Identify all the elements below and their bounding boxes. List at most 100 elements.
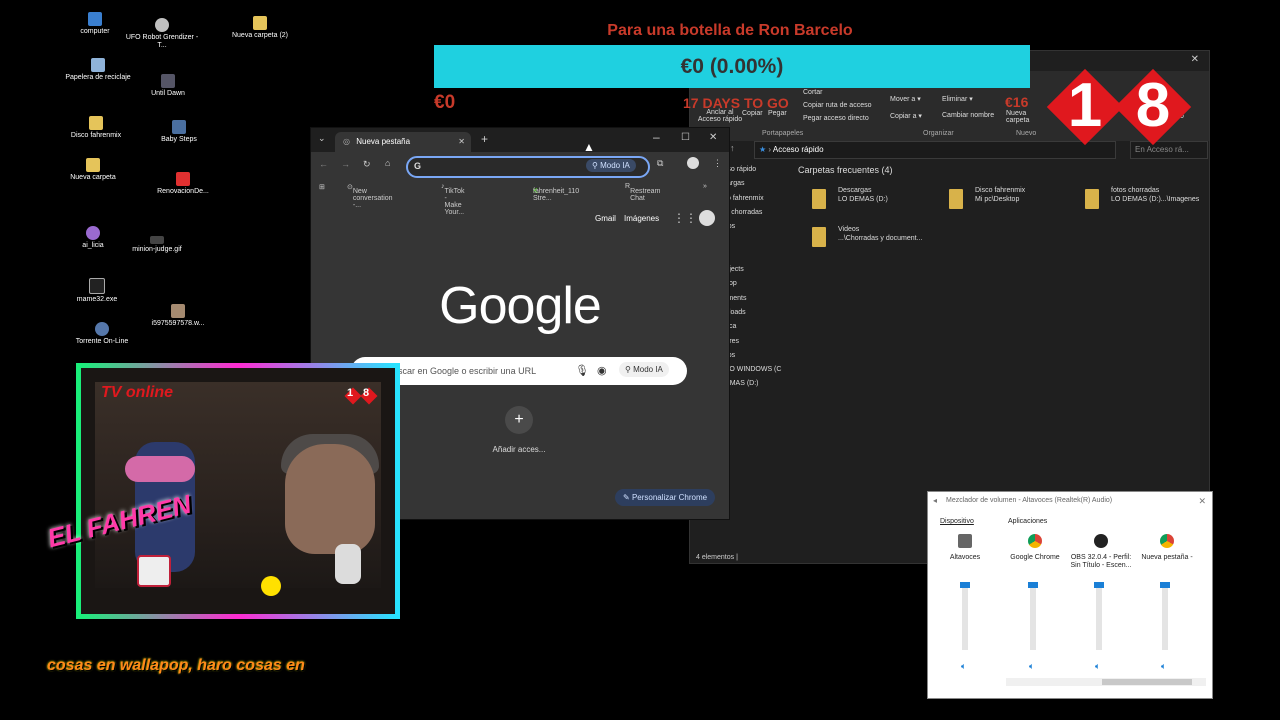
pegar-button[interactable]: Pegar (768, 110, 787, 117)
channel-label: Google Chrome (1010, 554, 1060, 561)
volume-slider-thumb[interactable] (960, 582, 970, 588)
add-shortcut-label: Añadir acces... (492, 445, 546, 454)
omnibox-input[interactable] (426, 159, 580, 175)
microphone-icon[interactable]: 🎙︎ (575, 364, 589, 377)
chrome-icon (1028, 534, 1042, 548)
ticker-text: cosas en wallapop, haro cosas en (47, 657, 305, 674)
menu-icon[interactable]: ⋮ (713, 158, 722, 169)
copiar-ruta-button[interactable]: Copiar ruta de acceso (803, 102, 871, 109)
omnibox[interactable]: G ⚲ Modo IA (406, 156, 650, 178)
group-portapapeles-label: Portapapeles (762, 130, 804, 137)
add-shortcut-button[interactable]: + (505, 406, 533, 434)
up-arrow-icon[interactable]: ↑ (730, 143, 735, 153)
volume-slider-track[interactable] (1030, 582, 1036, 650)
minimize-icon[interactable]: – (653, 130, 660, 144)
apps-icon[interactable]: ⊞ (319, 183, 325, 191)
desktop-icon-until-dawn[interactable]: Until Dawn (128, 74, 208, 98)
explorer-search-input[interactable]: En Acceso rá... (1130, 141, 1208, 159)
lens-icon[interactable]: ◉ (597, 364, 607, 377)
desktop-icon-ufo-robot[interactable]: UFO Robot Grendizer - T... (122, 18, 202, 50)
desktop-icon-renovacion[interactable]: RenovacionDe... (143, 172, 223, 196)
volume-slider-thumb[interactable] (1094, 582, 1104, 588)
pdf-icon (176, 172, 190, 186)
copiar-a-button[interactable]: Copiar a ▾ (890, 112, 922, 120)
nueva-carpeta-button[interactable]: Nueva carpeta (1006, 110, 1030, 124)
scrollbar-thumb[interactable] (1102, 679, 1192, 685)
maximize-icon[interactable]: ☐ (681, 132, 690, 143)
volume-slider-thumb[interactable] (1160, 582, 1170, 588)
folder-icon (812, 227, 826, 247)
volume-slider-track[interactable] (962, 582, 968, 650)
customize-chrome-button[interactable]: ✎ Personalizar Chrome (615, 489, 716, 506)
desktop-icon-disco-fahrenmix[interactable]: Disco fahrenmix (56, 116, 136, 140)
explorer-search-placeholder: En Acceso rá... (1135, 145, 1189, 154)
back-icon[interactable]: ← (319, 159, 328, 169)
tv-online-logo: TV online (101, 384, 173, 401)
bookmark-label: New conversation -... (352, 188, 393, 209)
folder-icon (253, 16, 267, 30)
bookmark-item[interactable]: ♪ TikTok - Make Your... (441, 183, 464, 216)
google-logo: Google (439, 277, 602, 335)
google-apps-icon[interactable]: ⋮⋮ (673, 211, 697, 225)
account-avatar[interactable] (699, 210, 715, 226)
globe-icon: ◎ (343, 137, 350, 146)
volume-slider-thumb[interactable] (1028, 582, 1038, 588)
desktop-icon-mame32[interactable]: mame32.exe (57, 278, 137, 304)
close-window-icon[interactable]: ✕ (709, 132, 717, 143)
images-link[interactable]: Imágenes (624, 214, 659, 223)
mute-toggle-icon[interactable]: 🔈︎ (961, 661, 966, 672)
search-ai-mode-button[interactable]: ⚲ Modo IA (619, 362, 669, 377)
mixer-channel: Altavoces (934, 534, 996, 562)
tab-new-tab[interactable]: ◎ Nueva pestaña ✕ (335, 132, 471, 152)
section-header[interactable]: Carpetas frecuentes (4) (798, 165, 893, 175)
desktop-icon-baby-steps[interactable]: Baby Steps (139, 120, 219, 144)
forward-icon[interactable]: → (341, 159, 350, 169)
profile-avatar[interactable] (687, 157, 699, 169)
close-icon[interactable]: ✕ (1198, 496, 1206, 507)
tab-search-icon[interactable]: ⌄ (318, 133, 326, 144)
desktop-icon-nueva-carpeta-2[interactable]: Nueva carpeta (2) (220, 16, 300, 40)
bookmarks-overflow-icon[interactable]: » (703, 183, 707, 190)
pegar-acceso-button[interactable]: Pegar acceso directo (803, 115, 869, 122)
address-bar[interactable]: ★ › Acceso rápido (754, 141, 1116, 159)
mute-toggle-icon[interactable]: 🔈︎ (1095, 661, 1100, 672)
channel-label: Nueva pestaña - (1141, 554, 1193, 561)
folder-path: ...\Chorradas y document... (838, 235, 923, 242)
bookmark-item[interactable]: R Restream Chat (625, 183, 660, 202)
new-tab-button[interactable]: + (481, 132, 488, 146)
chevron-right-icon: › (768, 145, 772, 154)
desktop-icon-torrente[interactable]: Torrente On-Line (62, 322, 142, 346)
desktop-icon-label: computer (80, 28, 110, 35)
omnibox-ai-mode-button[interactable]: ⚲ Modo IA (586, 159, 636, 172)
gmail-link[interactable]: Gmail (595, 214, 616, 223)
volume-slider-track[interactable] (1162, 582, 1168, 650)
desktop-icon-minion-gif[interactable]: minion-judge.gif (117, 236, 197, 254)
group-nuevo-label: Nuevo (1016, 130, 1037, 137)
home-icon[interactable]: ⌂ (385, 158, 390, 168)
desktop-icon-label: Until Dawn (151, 90, 185, 97)
mute-toggle-icon[interactable]: 🔈︎ (1029, 661, 1034, 672)
cambiar-nombre-button[interactable]: Cambiar nombre (942, 112, 994, 119)
close-icon[interactable]: ✕ (1191, 54, 1199, 65)
mover-a-button[interactable]: Mover a ▾ (890, 95, 921, 103)
donation-title: Para una botella de Ron Barcelo (607, 22, 853, 39)
extensions-icon[interactable]: ⧉ (657, 158, 663, 169)
group-organizar-label: Organizar (923, 130, 954, 137)
pacman-icon (261, 576, 281, 596)
close-tab-icon[interactable]: ✕ (458, 132, 465, 152)
volume-slider-track[interactable] (1096, 582, 1102, 650)
desktop-icon-nueva-carpeta[interactable]: Nueva carpeta (53, 158, 133, 182)
anclar-button[interactable]: Anclar al Acceso rápido (695, 109, 745, 123)
copiar-button[interactable]: Copiar (742, 110, 763, 117)
desktop-icon-recycle-bin[interactable]: Papelera de reciclaje (58, 58, 138, 82)
horizontal-scrollbar[interactable] (1006, 678, 1206, 686)
bookmark-label: TikTok - Make Your... (444, 188, 465, 216)
bookmark-item[interactable]: ⊙ New conversation -... (347, 183, 393, 209)
desktop-icon-image-file[interactable]: i5975597578.w... (138, 304, 218, 328)
eliminar-button[interactable]: Eliminar ▾ (942, 95, 973, 103)
mute-toggle-icon[interactable]: 🔈︎ (1161, 661, 1166, 672)
apps-header: Aplicaciones (1008, 518, 1048, 525)
reload-icon[interactable]: ↻ (363, 159, 371, 170)
google-search-box[interactable]: Buscar en Google o escribir una URL 🎙︎ ◉… (351, 357, 687, 385)
cortar-button[interactable]: Cortar (803, 89, 822, 96)
